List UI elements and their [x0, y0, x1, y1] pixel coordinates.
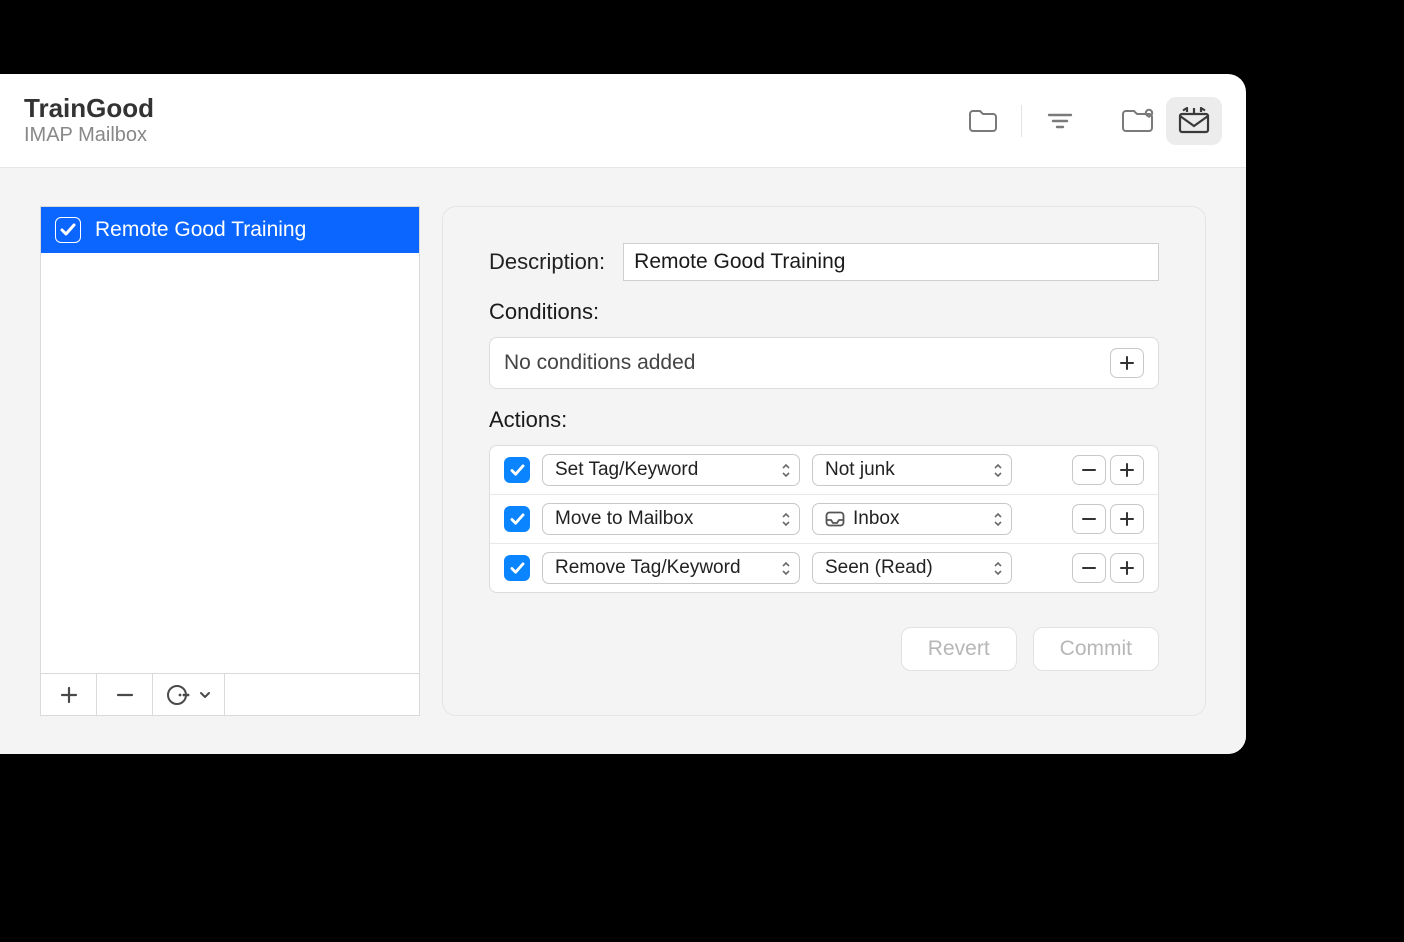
description-value: Remote Good Training: [634, 250, 845, 274]
folder-icon[interactable]: [955, 97, 1011, 145]
action-type-select[interactable]: Set Tag/Keyword: [542, 454, 800, 486]
stepper-icon: [993, 513, 1003, 526]
add-action-button[interactable]: [1110, 553, 1144, 583]
remove-action-button[interactable]: [1072, 455, 1106, 485]
add-action-button[interactable]: [1110, 455, 1144, 485]
commit-button[interactable]: Commit: [1033, 627, 1159, 671]
toolbar: [955, 97, 1222, 145]
rules-toolbar: [41, 673, 419, 715]
rules-list[interactable]: Remote Good Training: [41, 207, 419, 673]
folder-gear-icon[interactable]: [1110, 97, 1166, 145]
rule-item[interactable]: Remote Good Training: [41, 207, 419, 253]
description-field[interactable]: Remote Good Training: [623, 243, 1159, 281]
conditions-empty-row: No conditions added: [490, 338, 1158, 388]
inbox-icon: [825, 511, 845, 527]
rule-detail-panel: Description: Remote Good Training Condit…: [442, 206, 1206, 716]
action-type-value: Move to Mailbox: [555, 508, 693, 530]
remove-rule-button[interactable]: [97, 674, 153, 715]
action-type-value: Set Tag/Keyword: [555, 459, 698, 481]
remove-action-button[interactable]: [1072, 504, 1106, 534]
stepper-icon: [781, 513, 791, 526]
conditions-box: No conditions added: [489, 337, 1159, 389]
action-row: Set Tag/Keyword Not junk: [490, 446, 1158, 494]
stepper-icon: [993, 562, 1003, 575]
action-enabled-checkbox[interactable]: [504, 457, 530, 483]
action-enabled-checkbox[interactable]: [504, 506, 530, 532]
rule-enabled-checkbox[interactable]: [55, 217, 81, 243]
action-value-select[interactable]: Seen (Read): [812, 552, 1012, 584]
rules-toolbar-spacer: [225, 674, 419, 715]
toolbar-divider: [1021, 105, 1022, 137]
filter-lines-icon[interactable]: [1032, 97, 1088, 145]
mail-rules-icon[interactable]: [1166, 97, 1222, 145]
revert-button[interactable]: Revert: [901, 627, 1017, 671]
action-type-select[interactable]: Remove Tag/Keyword: [542, 552, 800, 584]
titlebar: TrainGood IMAP Mailbox: [0, 74, 1246, 168]
commit-button-row: Revert Commit: [489, 627, 1159, 671]
rule-item-label: Remote Good Training: [95, 218, 306, 242]
conditions-placeholder: No conditions added: [504, 351, 695, 375]
action-value: Not junk: [825, 459, 895, 481]
stepper-icon: [781, 562, 791, 575]
action-enabled-checkbox[interactable]: [504, 555, 530, 581]
body: Remote Good Training: [0, 168, 1246, 754]
remove-action-button[interactable]: [1072, 553, 1106, 583]
rules-column: Remote Good Training: [40, 206, 420, 716]
rule-actions-menu[interactable]: [153, 674, 225, 715]
action-value: Inbox: [853, 508, 899, 530]
actions-label: Actions:: [489, 407, 1159, 433]
action-row: Remove Tag/Keyword Seen (Read): [490, 543, 1158, 592]
window-title: TrainGood: [24, 94, 943, 124]
action-type-select[interactable]: Move to Mailbox: [542, 503, 800, 535]
window-subtitle: IMAP Mailbox: [24, 124, 943, 147]
stepper-icon: [781, 464, 791, 477]
action-type-value: Remove Tag/Keyword: [555, 557, 741, 579]
conditions-label: Conditions:: [489, 299, 1159, 325]
preferences-window: TrainGood IMAP Mailbox: [0, 74, 1246, 754]
action-value: Seen (Read): [825, 557, 933, 579]
title-block: TrainGood IMAP Mailbox: [24, 94, 943, 147]
description-label: Description:: [489, 249, 605, 275]
add-condition-button[interactable]: [1110, 348, 1144, 378]
action-value-select[interactable]: Inbox: [812, 503, 1012, 535]
add-action-button[interactable]: [1110, 504, 1144, 534]
action-value-select[interactable]: Not junk: [812, 454, 1012, 486]
stepper-icon: [993, 464, 1003, 477]
action-row: Move to Mailbox: [490, 494, 1158, 543]
actions-box: Set Tag/Keyword Not junk: [489, 445, 1159, 593]
add-rule-button[interactable]: [41, 674, 97, 715]
